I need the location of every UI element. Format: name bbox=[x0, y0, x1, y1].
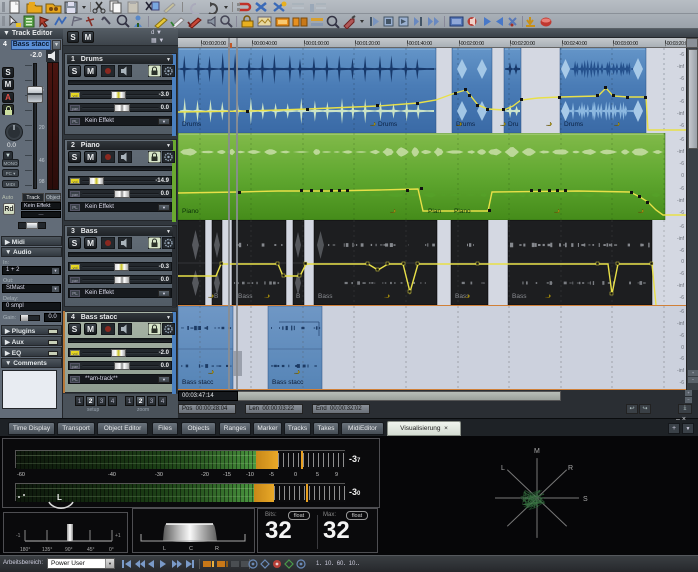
svg-text:180°: 180° bbox=[20, 547, 30, 553]
svg-text:R: R bbox=[215, 546, 219, 552]
svg-text:-1: -1 bbox=[16, 533, 21, 539]
svg-text:135°: 135° bbox=[42, 547, 52, 553]
svg-text:R: R bbox=[568, 465, 573, 472]
svg-text:45°: 45° bbox=[87, 547, 95, 553]
svg-text:S: S bbox=[583, 496, 588, 503]
svg-text:+1: +1 bbox=[115, 533, 121, 539]
svg-text:90°: 90° bbox=[65, 547, 73, 553]
svg-text:M: M bbox=[534, 448, 540, 455]
svg-text:C: C bbox=[189, 546, 193, 552]
svg-text:L: L bbox=[501, 465, 505, 472]
svg-text:L: L bbox=[163, 546, 166, 552]
svg-text:0°: 0° bbox=[109, 547, 114, 553]
